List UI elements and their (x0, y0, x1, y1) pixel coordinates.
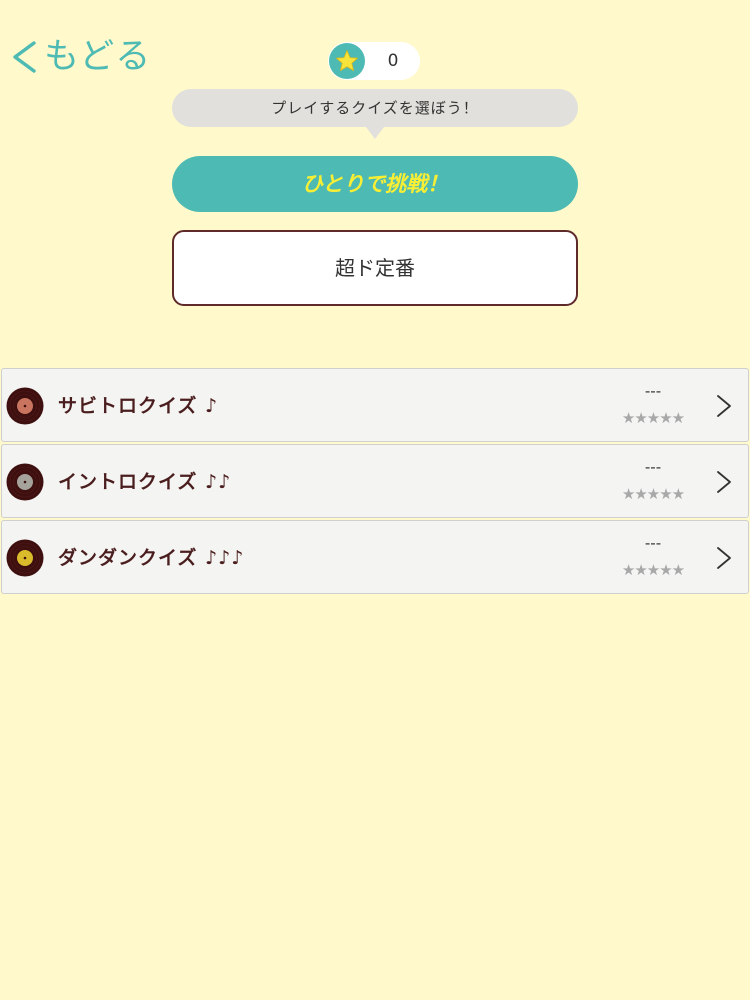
back-button[interactable]: もどる (6, 34, 151, 80)
chevron-left-icon (13, 41, 36, 73)
star-icon (335, 50, 359, 72)
quiz-stars: ★★★★★ (621, 485, 685, 503)
quiz-stars: ★★★★★ (621, 561, 685, 579)
record-disc-icon (6, 463, 44, 501)
quiz-list: サビトロクイズ ♪ --- ★★★★★ イントロクイズ ♪♪ --- ★★★★★ (1, 368, 749, 596)
star-badge (329, 43, 365, 79)
chevron-right-icon (717, 471, 731, 493)
quiz-score: --- (644, 534, 662, 552)
chevron-right-icon (717, 547, 731, 569)
prompt-bubble: プレイするクイズを選ぼう！ (172, 89, 578, 139)
quiz-title: ダンダンクイズ ♪♪♪ (58, 547, 245, 569)
coin-counter: 0 (328, 42, 420, 80)
quiz-row-sabitoro[interactable]: サビトロクイズ ♪ --- ★★★★★ (1, 368, 749, 442)
quiz-row-intro[interactable]: イントロクイズ ♪♪ --- ★★★★★ (1, 444, 749, 518)
quiz-title: イントロクイズ ♪♪ (58, 471, 232, 493)
record-disc-icon (6, 387, 44, 425)
quiz-stars: ★★★★★ (621, 409, 685, 427)
quiz-score: --- (644, 458, 662, 476)
solo-challenge-button[interactable]: ひとりで挑戦！ (172, 156, 578, 212)
back-label: もどる (44, 37, 152, 77)
quiz-title: サビトロクイズ ♪ (58, 395, 219, 417)
quiz-score: --- (644, 382, 662, 400)
category-button[interactable]: 超ド定番 (172, 230, 578, 306)
chevron-right-icon (717, 395, 731, 417)
quiz-row-dandan[interactable]: ダンダンクイズ ♪♪♪ --- ★★★★★ (1, 520, 749, 594)
record-disc-icon (6, 539, 44, 577)
coin-count: 0 (387, 51, 399, 71)
